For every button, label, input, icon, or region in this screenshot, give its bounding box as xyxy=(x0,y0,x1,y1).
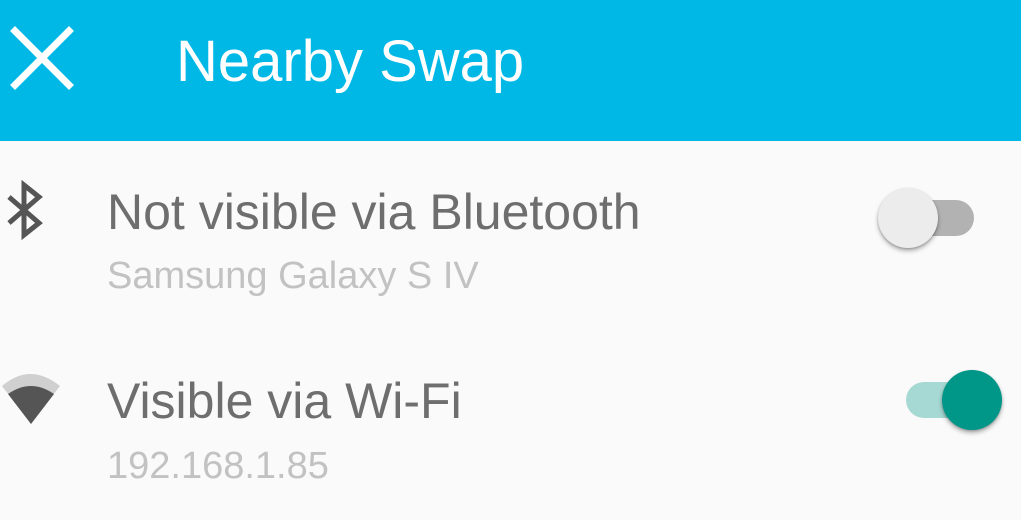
close-icon xyxy=(9,25,75,96)
wifi-visibility-row[interactable]: Visible via Wi-Fi 192.168.1.85 xyxy=(0,340,1021,520)
toolbar: Nearby Swap xyxy=(0,0,1021,141)
wifi-toggle-thumb xyxy=(942,370,1002,430)
bluetooth-toggle-thumb xyxy=(878,188,938,248)
wifi-ip-address: 192.168.1.85 xyxy=(107,445,329,487)
bluetooth-device-name: Samsung Galaxy S IV xyxy=(107,255,479,297)
wifi-icon xyxy=(0,366,62,428)
close-button[interactable] xyxy=(6,24,78,96)
page-title: Nearby Swap xyxy=(176,29,525,94)
wifi-status-title: Visible via Wi-Fi xyxy=(107,373,462,429)
wifi-toggle[interactable] xyxy=(902,362,1002,430)
bluetooth-icon xyxy=(0,178,50,242)
bluetooth-toggle[interactable] xyxy=(878,180,978,248)
bluetooth-visibility-row[interactable]: Not visible via Bluetooth Samsung Galaxy… xyxy=(0,150,1021,330)
bluetooth-status-title: Not visible via Bluetooth xyxy=(107,184,641,240)
